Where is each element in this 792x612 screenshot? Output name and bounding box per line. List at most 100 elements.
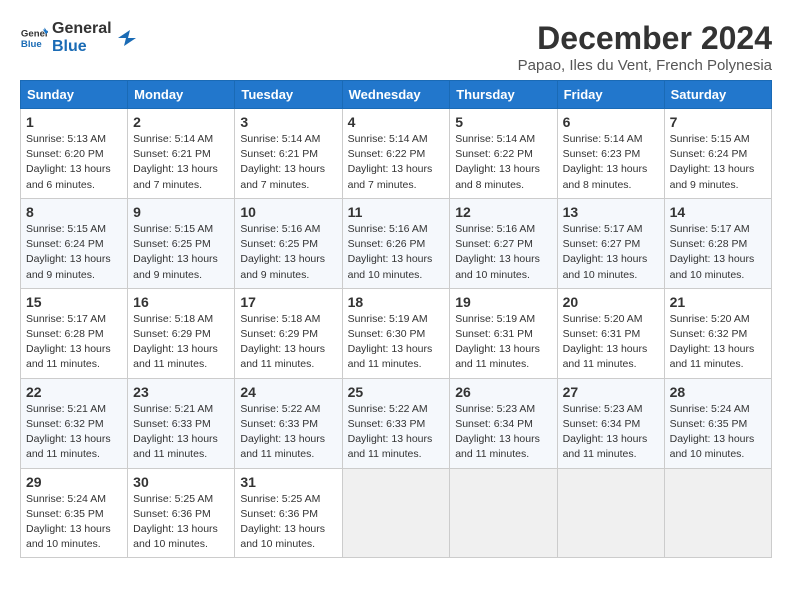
day-number: 24 [240, 384, 336, 400]
week-row-2: 8 Sunrise: 5:15 AM Sunset: 6:24 PM Dayli… [21, 198, 772, 288]
day-number: 17 [240, 294, 336, 310]
day-number: 10 [240, 204, 336, 220]
calendar-cell [342, 468, 450, 558]
day-number: 16 [133, 294, 229, 310]
calendar-cell: 25 Sunrise: 5:22 AM Sunset: 6:33 PM Dayl… [342, 378, 450, 468]
svg-text:Blue: Blue [21, 38, 42, 49]
calendar-cell: 13 Sunrise: 5:17 AM Sunset: 6:27 PM Dayl… [557, 198, 664, 288]
day-info: Sunrise: 5:21 AM Sunset: 6:32 PM Dayligh… [26, 402, 122, 463]
logo-arrow-icon [116, 28, 136, 48]
day-number: 14 [670, 204, 766, 220]
day-info: Sunrise: 5:15 AM Sunset: 6:24 PM Dayligh… [26, 222, 122, 283]
day-number: 26 [455, 384, 551, 400]
day-number: 18 [348, 294, 445, 310]
day-number: 11 [348, 204, 445, 220]
calendar-cell: 18 Sunrise: 5:19 AM Sunset: 6:30 PM Dayl… [342, 288, 450, 378]
calendar-cell: 19 Sunrise: 5:19 AM Sunset: 6:31 PM Dayl… [450, 288, 557, 378]
calendar-cell: 8 Sunrise: 5:15 AM Sunset: 6:24 PM Dayli… [21, 198, 128, 288]
week-row-1: 1 Sunrise: 5:13 AM Sunset: 6:20 PM Dayli… [21, 109, 772, 199]
day-number: 20 [563, 294, 659, 310]
day-number: 21 [670, 294, 766, 310]
calendar-cell: 9 Sunrise: 5:15 AM Sunset: 6:25 PM Dayli… [128, 198, 235, 288]
day-number: 2 [133, 114, 229, 130]
day-number: 12 [455, 204, 551, 220]
weekday-header-tuesday: Tuesday [235, 81, 342, 109]
calendar-cell: 11 Sunrise: 5:16 AM Sunset: 6:26 PM Dayl… [342, 198, 450, 288]
day-info: Sunrise: 5:17 AM Sunset: 6:28 PM Dayligh… [26, 312, 122, 373]
calendar-cell [557, 468, 664, 558]
day-info: Sunrise: 5:14 AM Sunset: 6:22 PM Dayligh… [455, 132, 551, 193]
calendar-cell: 21 Sunrise: 5:20 AM Sunset: 6:32 PM Dayl… [664, 288, 771, 378]
calendar-cell: 6 Sunrise: 5:14 AM Sunset: 6:23 PM Dayli… [557, 109, 664, 199]
day-info: Sunrise: 5:25 AM Sunset: 6:36 PM Dayligh… [133, 492, 229, 553]
day-number: 5 [455, 114, 551, 130]
calendar-cell: 12 Sunrise: 5:16 AM Sunset: 6:27 PM Dayl… [450, 198, 557, 288]
calendar-cell: 2 Sunrise: 5:14 AM Sunset: 6:21 PM Dayli… [128, 109, 235, 199]
day-info: Sunrise: 5:18 AM Sunset: 6:29 PM Dayligh… [240, 312, 336, 373]
day-info: Sunrise: 5:14 AM Sunset: 6:23 PM Dayligh… [563, 132, 659, 193]
location-subtitle: Papao, Iles du Vent, French Polynesia [518, 57, 772, 74]
day-number: 4 [348, 114, 445, 130]
calendar-cell: 24 Sunrise: 5:22 AM Sunset: 6:33 PM Dayl… [235, 378, 342, 468]
weekday-header-monday: Monday [128, 81, 235, 109]
day-number: 15 [26, 294, 122, 310]
week-row-3: 15 Sunrise: 5:17 AM Sunset: 6:28 PM Dayl… [21, 288, 772, 378]
weekday-header-thursday: Thursday [450, 81, 557, 109]
weekday-header-row: SundayMondayTuesdayWednesdayThursdayFrid… [21, 81, 772, 109]
weekday-header-sunday: Sunday [21, 81, 128, 109]
page-header: General Blue General Blue December 2024 … [20, 20, 772, 74]
day-info: Sunrise: 5:25 AM Sunset: 6:36 PM Dayligh… [240, 492, 336, 553]
calendar-cell: 4 Sunrise: 5:14 AM Sunset: 6:22 PM Dayli… [342, 109, 450, 199]
day-info: Sunrise: 5:16 AM Sunset: 6:26 PM Dayligh… [348, 222, 445, 283]
calendar-cell: 27 Sunrise: 5:23 AM Sunset: 6:34 PM Dayl… [557, 378, 664, 468]
day-number: 30 [133, 474, 229, 490]
calendar-cell: 3 Sunrise: 5:14 AM Sunset: 6:21 PM Dayli… [235, 109, 342, 199]
day-info: Sunrise: 5:13 AM Sunset: 6:20 PM Dayligh… [26, 132, 122, 193]
day-number: 23 [133, 384, 229, 400]
day-number: 3 [240, 114, 336, 130]
day-number: 29 [26, 474, 122, 490]
day-number: 28 [670, 384, 766, 400]
calendar-cell: 26 Sunrise: 5:23 AM Sunset: 6:34 PM Dayl… [450, 378, 557, 468]
calendar-cell: 30 Sunrise: 5:25 AM Sunset: 6:36 PM Dayl… [128, 468, 235, 558]
logo-text-general: General [52, 20, 112, 38]
calendar-cell: 15 Sunrise: 5:17 AM Sunset: 6:28 PM Dayl… [21, 288, 128, 378]
calendar-cell: 29 Sunrise: 5:24 AM Sunset: 6:35 PM Dayl… [21, 468, 128, 558]
calendar-cell: 31 Sunrise: 5:25 AM Sunset: 6:36 PM Dayl… [235, 468, 342, 558]
day-number: 19 [455, 294, 551, 310]
week-row-5: 29 Sunrise: 5:24 AM Sunset: 6:35 PM Dayl… [21, 468, 772, 558]
day-number: 27 [563, 384, 659, 400]
day-number: 7 [670, 114, 766, 130]
calendar-table: SundayMondayTuesdayWednesdayThursdayFrid… [20, 80, 772, 558]
day-number: 25 [348, 384, 445, 400]
day-info: Sunrise: 5:16 AM Sunset: 6:25 PM Dayligh… [240, 222, 336, 283]
day-info: Sunrise: 5:22 AM Sunset: 6:33 PM Dayligh… [348, 402, 445, 463]
title-area: December 2024 Papao, Iles du Vent, Frenc… [518, 20, 772, 74]
day-info: Sunrise: 5:18 AM Sunset: 6:29 PM Dayligh… [133, 312, 229, 373]
day-info: Sunrise: 5:14 AM Sunset: 6:21 PM Dayligh… [240, 132, 336, 193]
week-row-4: 22 Sunrise: 5:21 AM Sunset: 6:32 PM Dayl… [21, 378, 772, 468]
day-info: Sunrise: 5:16 AM Sunset: 6:27 PM Dayligh… [455, 222, 551, 283]
day-number: 31 [240, 474, 336, 490]
day-info: Sunrise: 5:15 AM Sunset: 6:24 PM Dayligh… [670, 132, 766, 193]
logo-icon: General Blue [20, 24, 48, 52]
weekday-header-wednesday: Wednesday [342, 81, 450, 109]
calendar-cell: 1 Sunrise: 5:13 AM Sunset: 6:20 PM Dayli… [21, 109, 128, 199]
day-number: 8 [26, 204, 122, 220]
day-info: Sunrise: 5:23 AM Sunset: 6:34 PM Dayligh… [563, 402, 659, 463]
day-number: 22 [26, 384, 122, 400]
calendar-cell: 7 Sunrise: 5:15 AM Sunset: 6:24 PM Dayli… [664, 109, 771, 199]
calendar-cell: 23 Sunrise: 5:21 AM Sunset: 6:33 PM Dayl… [128, 378, 235, 468]
calendar-cell [450, 468, 557, 558]
day-info: Sunrise: 5:19 AM Sunset: 6:30 PM Dayligh… [348, 312, 445, 373]
day-number: 9 [133, 204, 229, 220]
calendar-cell: 5 Sunrise: 5:14 AM Sunset: 6:22 PM Dayli… [450, 109, 557, 199]
day-info: Sunrise: 5:22 AM Sunset: 6:33 PM Dayligh… [240, 402, 336, 463]
month-title: December 2024 [518, 20, 772, 57]
day-number: 13 [563, 204, 659, 220]
calendar-cell: 16 Sunrise: 5:18 AM Sunset: 6:29 PM Dayl… [128, 288, 235, 378]
day-info: Sunrise: 5:17 AM Sunset: 6:28 PM Dayligh… [670, 222, 766, 283]
day-info: Sunrise: 5:21 AM Sunset: 6:33 PM Dayligh… [133, 402, 229, 463]
day-info: Sunrise: 5:20 AM Sunset: 6:31 PM Dayligh… [563, 312, 659, 373]
day-info: Sunrise: 5:19 AM Sunset: 6:31 PM Dayligh… [455, 312, 551, 373]
